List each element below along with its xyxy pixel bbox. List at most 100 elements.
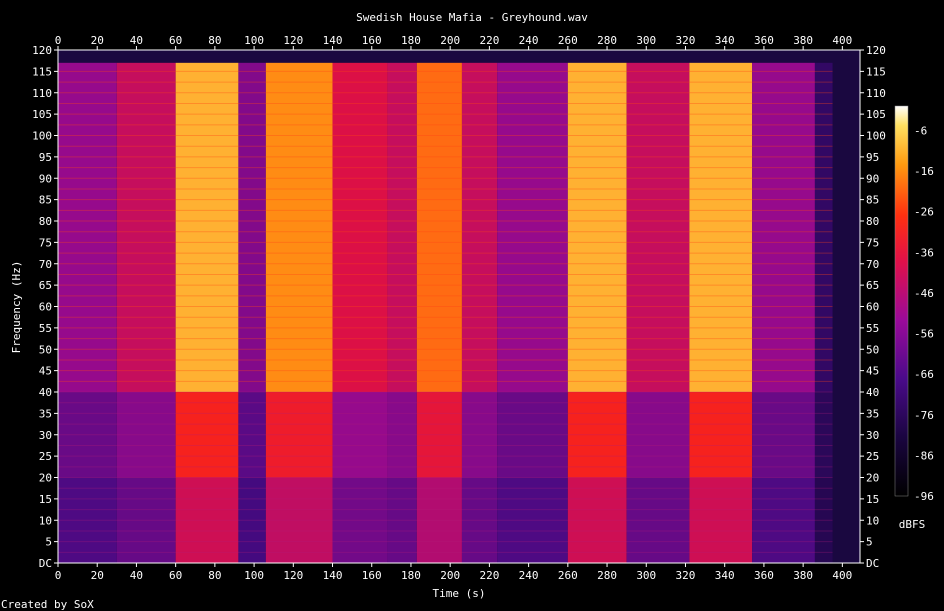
y-tick-label: 120 bbox=[32, 44, 52, 57]
y-tick-label: 50 bbox=[866, 343, 879, 356]
chart-title: Swedish House Mafia - Greyhound.wav bbox=[356, 11, 588, 24]
x-tick-label: 400 bbox=[832, 34, 852, 47]
y-tick-label: 15 bbox=[39, 493, 52, 506]
x-tick-label: 20 bbox=[91, 34, 104, 47]
x-axis-top: 0 20 40 60 80 100 120 140 160 180 200 220 240 260 280 3… bbox=[55, 34, 852, 50]
x-axis-bottom: 0 20 40 60 80 100 120 140 160 180 200 220 240 260 280 3… bbox=[55, 563, 852, 582]
x-tick-label: 140 bbox=[323, 34, 343, 47]
y-tick-label: 10 bbox=[866, 514, 879, 527]
x-tick-label: 40 bbox=[130, 34, 143, 47]
x-tick-label: 360 bbox=[754, 569, 774, 582]
colorbar bbox=[894, 105, 909, 497]
x-tick-label: 240 bbox=[519, 569, 539, 582]
heat-cell bbox=[689, 62, 753, 392]
y-tick-label: 110 bbox=[866, 87, 886, 100]
y-tick-label: 90 bbox=[866, 172, 879, 185]
y-tick-label: 65 bbox=[39, 279, 52, 292]
y-tick-label: 70 bbox=[39, 258, 52, 271]
y-tick-label: 20 bbox=[866, 472, 879, 485]
x-tick-label: 300 bbox=[636, 34, 656, 47]
colorbar-tick-label: -96 bbox=[914, 490, 934, 503]
y-tick-label: 110 bbox=[32, 87, 52, 100]
heat-cell bbox=[416, 62, 462, 392]
colorbar-tick-label: -6 bbox=[914, 124, 927, 137]
colorbar-tick-label: -26 bbox=[914, 206, 934, 219]
x-tick-label: 140 bbox=[323, 569, 343, 582]
heat-cell bbox=[116, 62, 176, 392]
x-tick-label: 200 bbox=[440, 34, 460, 47]
y-tick-label: 40 bbox=[866, 386, 879, 399]
heat-cell bbox=[497, 62, 568, 392]
y-tick-label: 115 bbox=[32, 65, 52, 78]
x-tick-label: 340 bbox=[715, 569, 735, 582]
x-tick-label: 360 bbox=[754, 34, 774, 47]
x-tick-label: 280 bbox=[597, 569, 617, 582]
x-tick-label: 280 bbox=[597, 34, 617, 47]
x-tick-label: 260 bbox=[558, 34, 578, 47]
y-axis-right: DC 5 10 15 20 25 30 35 40 45 50 55 60 65 70 75 80 85 90 95 1… bbox=[860, 44, 886, 570]
y-tick-label: 45 bbox=[39, 365, 52, 378]
y-tick-label: 55 bbox=[866, 322, 879, 335]
colorbar-tick-label: -76 bbox=[914, 409, 934, 422]
y-tick-label: 55 bbox=[39, 322, 52, 335]
x-tick-label: 60 bbox=[169, 569, 182, 582]
y-tick-label: 105 bbox=[866, 108, 886, 121]
heat-cell bbox=[332, 62, 388, 392]
x-tick-label: 220 bbox=[479, 34, 499, 47]
y-tick-label: 60 bbox=[39, 301, 52, 314]
y-tick-label: 95 bbox=[39, 151, 52, 164]
x-tick-label: 80 bbox=[208, 34, 221, 47]
x-tick-label: 340 bbox=[715, 34, 735, 47]
y-tick-label: 70 bbox=[866, 258, 879, 271]
y-tick-label: 85 bbox=[866, 194, 879, 207]
y-tick-label: 45 bbox=[866, 365, 879, 378]
y-tick-label: 60 bbox=[866, 301, 879, 314]
y-tick-label: 20 bbox=[39, 472, 52, 485]
x-tick-label: 100 bbox=[244, 34, 264, 47]
y-tick-label: 95 bbox=[866, 151, 879, 164]
y-tick-label: 80 bbox=[866, 215, 879, 228]
colorbar-tick-label: -86 bbox=[914, 449, 934, 462]
y-tick-label: 80 bbox=[39, 215, 52, 228]
y-tick-label: 75 bbox=[866, 236, 879, 249]
x-tick-label: 200 bbox=[440, 569, 460, 582]
y-tick-label: DC bbox=[866, 557, 879, 570]
colorbar-ticks: -6 -16 -26 -36 -46 -56 -66 -76 -86 -96 bbox=[914, 124, 934, 503]
y-tick-label: 15 bbox=[866, 493, 879, 506]
heat-cell bbox=[567, 62, 627, 392]
colorbar-tick-label: -56 bbox=[914, 328, 934, 341]
x-tick-label: 220 bbox=[479, 569, 499, 582]
x-tick-label: 180 bbox=[401, 34, 421, 47]
x-tick-label: 120 bbox=[283, 569, 303, 582]
y-tick-label: 50 bbox=[39, 343, 52, 356]
colorbar-unit: dBFS bbox=[899, 518, 926, 531]
y-tick-label: 5 bbox=[866, 536, 873, 549]
x-tick-label: 300 bbox=[636, 569, 656, 582]
heat-cell bbox=[461, 62, 498, 392]
x-tick-label: 80 bbox=[208, 569, 221, 582]
y-tick-label: 115 bbox=[866, 65, 886, 78]
y-tick-label: 120 bbox=[866, 44, 886, 57]
heat-cell bbox=[626, 62, 690, 392]
x-tick-label: 180 bbox=[401, 569, 421, 582]
heat-cell bbox=[814, 62, 833, 392]
y-tick-label: 35 bbox=[866, 407, 879, 420]
heat-cell bbox=[265, 62, 333, 392]
heat-cell bbox=[58, 62, 117, 392]
y-tick-label: 100 bbox=[32, 130, 52, 143]
heat-cell bbox=[387, 62, 417, 392]
colorbar-tick-label: -16 bbox=[914, 165, 934, 178]
y-tick-label: 25 bbox=[866, 450, 879, 463]
x-tick-label: 240 bbox=[519, 34, 539, 47]
x-tick-label: 0 bbox=[55, 569, 62, 582]
x-tick-label: 160 bbox=[362, 34, 382, 47]
y-tick-label: 75 bbox=[39, 236, 52, 249]
y-tick-label: 100 bbox=[866, 130, 886, 143]
y-tick-label: 5 bbox=[45, 536, 52, 549]
colorbar-tick-label: -46 bbox=[914, 287, 934, 300]
y-tick-label: DC bbox=[39, 557, 52, 570]
x-tick-label: 260 bbox=[558, 569, 578, 582]
x-tick-label: 380 bbox=[793, 569, 813, 582]
x-tick-label: 400 bbox=[832, 569, 852, 582]
x-tick-label: 100 bbox=[244, 569, 264, 582]
